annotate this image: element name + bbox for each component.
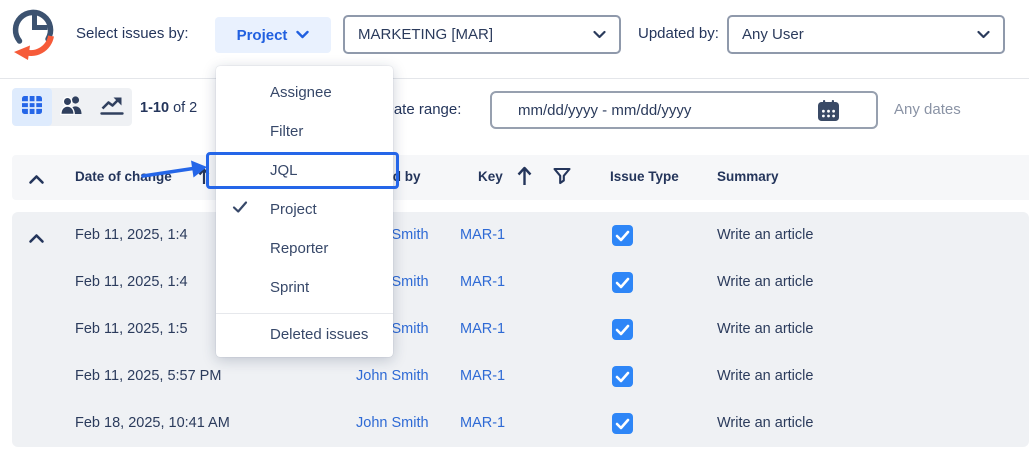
table-header: Date of change Updated by Key Issue Type… [12,155,1029,200]
column-header-key[interactable]: Key [478,169,503,184]
column-header-summary[interactable]: Summary [717,169,779,184]
updated-by-label: Updated by: [638,25,719,42]
key-filter-funnel-icon[interactable] [552,166,572,191]
menu-item-reporter[interactable]: Reporter [216,229,393,268]
date-range-label: Date range: [383,101,461,118]
toolbar-divider [0,78,1029,79]
issue-summary: Write an article [717,227,813,243]
user-select[interactable]: Any User [727,15,1005,54]
table-row[interactable]: Feb 18, 2025, 10:41 AM John Smith MAR-1 … [12,400,1029,447]
select-by-dropdown-button[interactable]: Project [215,17,331,53]
chevron-down-icon [593,26,606,44]
menu-separator [216,313,393,314]
collapse-all-chevron-icon[interactable] [28,172,45,190]
column-header-date-of-change[interactable]: Date of change [75,169,172,184]
issue-type-task-icon [612,366,633,387]
select-by-dropdown-menu: Assignee Filter JQL Project Reporter Spr… [216,66,393,357]
user-select-value: Any User [742,26,804,43]
project-select[interactable]: MARKETING [MAR] [343,15,621,54]
table-view-button[interactable] [12,88,52,126]
issue-type-task-icon [612,272,633,293]
any-dates-label: Any dates [894,101,961,118]
table-row[interactable]: Feb 11, 2025, 1:5 John Smith MAR-1 Write… [12,306,1029,353]
key-sort-arrow-icon[interactable] [516,164,533,193]
menu-item-project[interactable]: Project [216,190,393,229]
menu-item-sprint[interactable]: Sprint [216,268,393,307]
menu-item-filter[interactable]: Filter [216,112,393,151]
trend-chart-icon [100,95,124,120]
updated-by-user-link[interactable]: John Smith [356,415,429,431]
issue-key-link[interactable]: MAR-1 [460,415,505,431]
menu-item-assignee[interactable]: Assignee [216,73,393,112]
users-view-button[interactable] [52,88,92,126]
issue-type-task-icon [612,225,633,246]
issue-key-link[interactable]: MAR-1 [460,227,505,243]
issue-history-app: Select issues by: Project MARKETING [MAR… [0,0,1029,457]
issue-group-card: Feb 11, 2025, 1:4 John Smith MAR-1 Write… [12,212,1029,447]
table-grid-icon [22,96,42,119]
select-by-value: Project [237,27,288,44]
issue-summary: Write an article [717,368,813,384]
view-switcher [12,88,132,126]
pagination-range: 1-10 [140,100,169,116]
issue-summary: Write an article [717,274,813,290]
pagination-status: 1-10 of 2 [140,100,197,116]
chevron-down-icon [296,26,309,44]
pagination-suffix: of 2 [173,100,197,116]
issue-summary: Write an article [717,321,813,337]
project-select-value: MARKETING [MAR] [358,26,493,43]
issue-type-task-icon [612,319,633,340]
checkmark-icon [232,200,248,219]
column-header-issue-type[interactable]: Issue Type [610,169,679,184]
select-issues-by-label: Select issues by: [76,25,189,42]
change-date: Feb 11, 2025, 5:57 PM [75,368,221,384]
issue-key-link[interactable]: MAR-1 [460,321,505,337]
collapse-group-chevron-icon[interactable] [28,231,45,249]
issue-key-link[interactable]: MAR-1 [460,368,505,384]
calendar-icon[interactable] [817,99,840,127]
chevron-down-icon [977,26,990,44]
date-sort-arrow-icon[interactable] [197,166,211,191]
menu-item-jql[interactable]: JQL [216,151,393,190]
issue-summary: Write an article [717,415,813,431]
issue-key-link[interactable]: MAR-1 [460,274,505,290]
change-date: Feb 18, 2025, 10:41 AM [75,415,230,431]
chart-view-button[interactable] [92,88,132,126]
table-row[interactable]: Feb 11, 2025, 5:57 PM John Smith MAR-1 W… [12,353,1029,400]
change-date: Feb 11, 2025, 1:4 [75,227,188,243]
change-date: Feb 11, 2025, 1:4 [75,274,188,290]
table-row[interactable]: Feb 11, 2025, 1:4 John Smith MAR-1 Write… [12,259,1029,306]
issue-type-task-icon [612,413,633,434]
table-row[interactable]: Feb 11, 2025, 1:4 John Smith MAR-1 Write… [12,212,1029,259]
menu-item-deleted-issues[interactable]: Deleted issues [216,317,393,351]
app-logo-clock-history-icon [6,3,64,61]
updated-by-user-link[interactable]: John Smith [356,368,429,384]
change-date: Feb 11, 2025, 1:5 [75,321,188,337]
users-icon [60,94,84,120]
